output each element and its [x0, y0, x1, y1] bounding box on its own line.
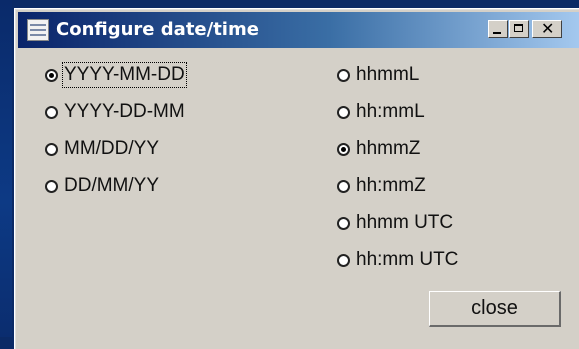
title-bar[interactable]: Configure date/time ✕: [18, 12, 579, 48]
app-icon: [27, 19, 49, 41]
radio-indicator[interactable]: [45, 68, 58, 82]
minimize-button[interactable]: [488, 20, 508, 38]
minimize-icon: [493, 32, 501, 34]
close-icon: ✕: [541, 19, 555, 38]
radio-indicator[interactable]: [45, 179, 58, 193]
desktop-edge: [0, 0, 12, 337]
maximize-icon: [514, 24, 523, 32]
radio-label: hh:mmZ: [356, 175, 426, 196]
radio-time-hh-mml[interactable]: hh:mmL: [337, 99, 425, 125]
radio-time-hh-mmz[interactable]: hh:mmZ: [337, 173, 426, 199]
radio-label: YYYY-DD-MM: [64, 101, 185, 122]
radio-date-yyyy-mm-dd[interactable]: YYYY-MM-DD: [45, 62, 187, 88]
close-button[interactable]: close: [429, 291, 561, 327]
radio-time-hhmmz[interactable]: hhmmZ: [337, 136, 420, 162]
radio-indicator[interactable]: [337, 253, 350, 267]
configure-datetime-dialog: Configure date/time ✕ YYYY-MM-DD YYYY-DD…: [14, 8, 579, 349]
radio-time-hh-mm-utc[interactable]: hh:mm UTC: [337, 247, 458, 273]
radio-date-yyyy-dd-mm[interactable]: YYYY-DD-MM: [45, 99, 185, 125]
radio-label: hhmmZ: [356, 138, 421, 159]
maximize-button[interactable]: [509, 20, 529, 38]
radio-label: hh:mmL: [356, 101, 425, 122]
radio-label: hhmm UTC: [356, 212, 454, 233]
radio-label: hh:mm UTC: [356, 249, 459, 270]
radio-label: YYYY-MM-DD: [62, 62, 187, 88]
radio-label: DD/MM/YY: [64, 175, 159, 196]
radio-indicator[interactable]: [337, 105, 350, 119]
radio-indicator[interactable]: [337, 68, 350, 82]
radio-time-hhmml[interactable]: hhmmL: [337, 62, 419, 88]
window-title: Configure date/time: [56, 19, 259, 40]
radio-indicator[interactable]: [45, 142, 58, 156]
radio-indicator[interactable]: [45, 105, 58, 119]
radio-indicator[interactable]: [337, 216, 350, 230]
radio-date-mm-dd-yy[interactable]: MM/DD/YY: [45, 136, 159, 162]
window-close-button[interactable]: ✕: [532, 19, 562, 38]
radio-indicator[interactable]: [337, 179, 350, 193]
radio-label: MM/DD/YY: [64, 138, 159, 159]
radio-indicator[interactable]: [337, 142, 350, 156]
radio-label: hhmmL: [356, 64, 420, 85]
radio-date-dd-mm-yy[interactable]: DD/MM/YY: [45, 173, 159, 199]
radio-time-hhmm-utc[interactable]: hhmm UTC: [337, 210, 453, 236]
